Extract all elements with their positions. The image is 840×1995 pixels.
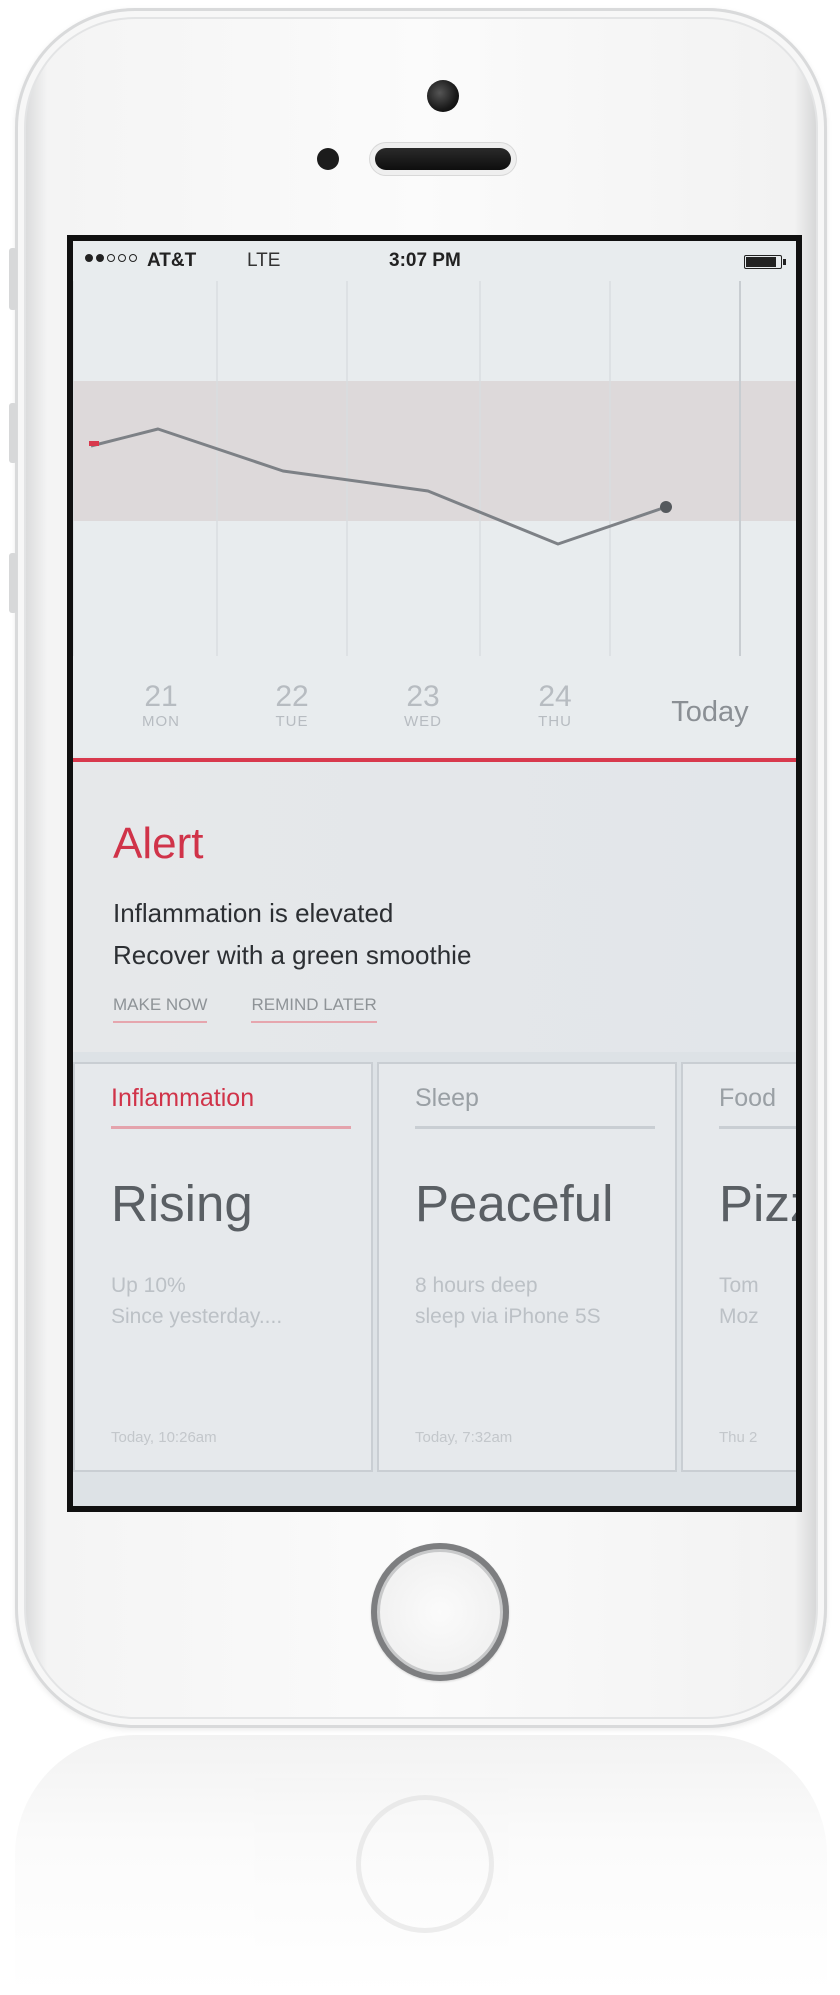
card-timestamp: Thu 2 <box>719 1429 758 1446</box>
alert-title: Alert <box>113 819 204 868</box>
home-button-reflection <box>356 1795 494 1933</box>
alert-panel: Alert Inflammation is elevated Recover w… <box>73 762 796 1052</box>
card-timestamp: Today, 10:26am <box>111 1429 217 1446</box>
status-time: 3:07 PM <box>389 250 461 271</box>
card-category: Food <box>719 1084 776 1112</box>
make-now-button[interactable]: MAKE NOW <box>113 995 208 1023</box>
card-timestamp: Today, 7:32am <box>415 1429 513 1446</box>
card-headline: Pizza <box>719 1175 796 1232</box>
home-button[interactable] <box>371 1543 509 1681</box>
status-bar: AT&T LTE 3:07 PM <box>73 241 796 277</box>
x-tick-label: 21 MON <box>116 680 206 731</box>
x-tick-day-of-week: THU <box>538 713 572 730</box>
x-tick-day-of-week: TUE <box>275 713 309 730</box>
x-tick-label: 23 WED <box>378 680 468 731</box>
earpiece-speaker <box>375 148 511 170</box>
card-divider <box>111 1126 351 1129</box>
card-category: Sleep <box>415 1084 479 1112</box>
card-category: Inflammation <box>111 1084 255 1112</box>
x-tick-label: 22 TUE <box>247 680 337 731</box>
carrier-name: AT&T <box>147 250 197 271</box>
front-camera <box>427 80 459 112</box>
volume-down-button <box>9 553 17 613</box>
card-detail: Tom Moz <box>719 1274 759 1328</box>
card-sleep[interactable]: Sleep Peaceful 8 hours deep sleep via iP… <box>377 1062 677 1472</box>
card-detail: 8 hours deep sleep via iPhone 5S <box>415 1274 601 1328</box>
card-food[interactable]: Food Pizza Tom Moz Thu 2 <box>681 1062 796 1472</box>
mute-switch <box>9 248 17 310</box>
card-headline: Peaceful <box>415 1175 614 1232</box>
x-tick-day-number: 24 <box>538 680 572 713</box>
x-tick-day-number: 23 <box>406 680 440 713</box>
volume-up-button <box>9 403 17 463</box>
metric-cards: Inflammation Rising Up 10% Since yesterd… <box>73 1052 796 1506</box>
card-detail: Up 10% Since yesterday.... <box>111 1274 283 1328</box>
battery-icon <box>744 255 786 269</box>
alert-actions: MAKE NOW REMIND LATER <box>113 995 377 1023</box>
x-tick-label: Today <box>671 696 749 728</box>
chart-range-band <box>73 381 796 521</box>
x-tick-day-number: 21 <box>144 680 178 713</box>
x-tick-day-of-week: WED <box>404 713 442 730</box>
x-tick-day-number: 22 <box>275 680 309 713</box>
proximity-sensor <box>317 148 339 170</box>
network-type: LTE <box>247 250 281 271</box>
chart-start-marker <box>89 441 99 446</box>
card-inflammation[interactable]: Inflammation Rising Up 10% Since yesterd… <box>73 1062 373 1472</box>
x-tick-day-of-week: MON <box>142 713 180 730</box>
trend-chart-svg <box>73 241 796 756</box>
card-divider <box>719 1126 796 1129</box>
phone-reflection <box>15 1735 827 1995</box>
card-divider <box>415 1126 655 1129</box>
alert-line-1: Inflammation is elevated <box>113 898 394 928</box>
x-tick-label: 24 THU <box>510 680 600 731</box>
alert-message: Inflammation is elevated Recover with a … <box>113 892 471 976</box>
phone-screen: AT&T LTE 3:07 PM 21 MON 22 TUE 23 WED 24 THU Tod… <box>67 235 802 1512</box>
remind-later-button[interactable]: REMIND LATER <box>251 995 377 1023</box>
signal-strength-icon <box>85 254 137 262</box>
card-headline: Rising <box>111 1175 253 1232</box>
chart-end-point <box>660 501 672 513</box>
alert-line-2: Recover with a green smoothie <box>113 940 472 970</box>
trend-chart <box>73 241 796 756</box>
